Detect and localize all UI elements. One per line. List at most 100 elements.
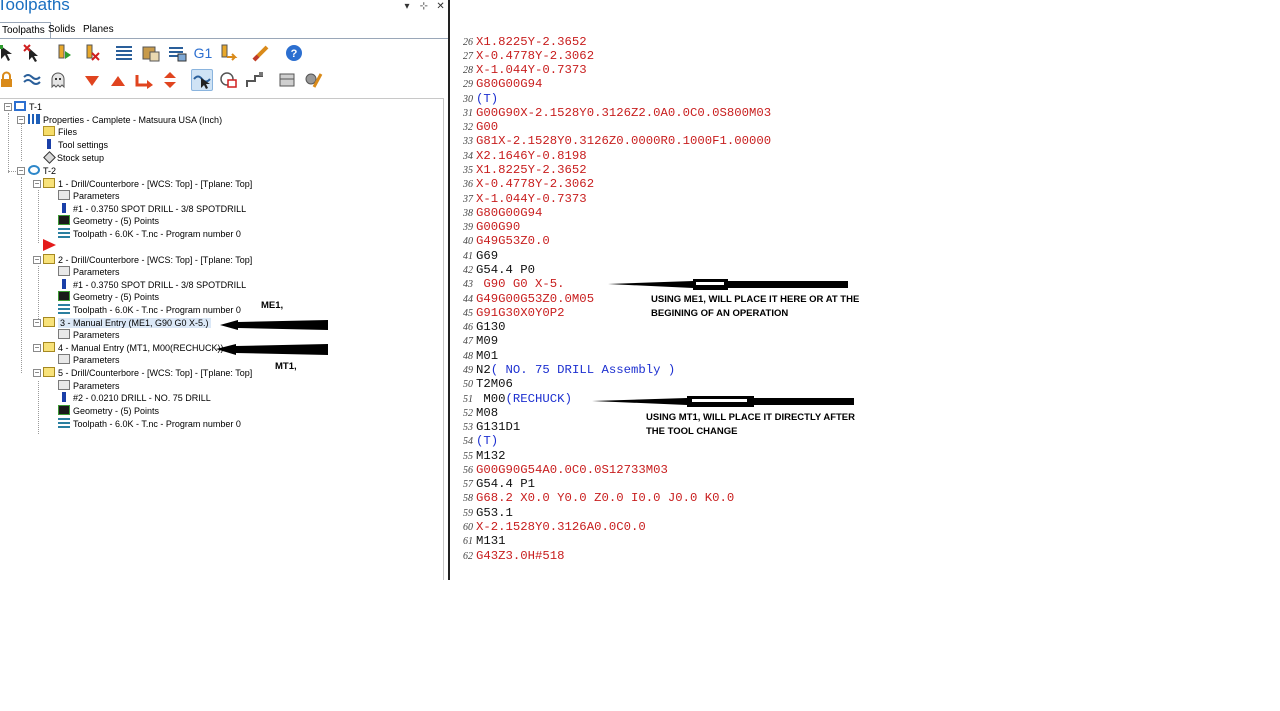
- verify-icon[interactable]: [166, 42, 188, 64]
- regenerate-selected-icon[interactable]: [52, 42, 74, 64]
- tab-solids[interactable]: Solids: [43, 22, 80, 39]
- tool-settings-label: Tool settings: [58, 140, 109, 150]
- close-icon[interactable]: ✕: [434, 1, 448, 12]
- hide-tools-icon[interactable]: [218, 69, 240, 91]
- code-token: M00: [476, 391, 506, 406]
- stock-model-icon[interactable]: [277, 69, 299, 91]
- line-number: 48: [463, 350, 473, 362]
- me1-note-line-2: BEGINING OF AN OPERATION: [651, 308, 789, 319]
- line-number: 56: [463, 464, 473, 476]
- code-text: G131D1: [476, 420, 521, 435]
- lock-icon[interactable]: [0, 69, 18, 91]
- code-text: M08: [476, 405, 499, 420]
- stock-setup-icon: [43, 151, 56, 164]
- line-number: 30: [463, 93, 473, 105]
- operation-5-label: 5 - Drill/Counterbore - [WCS: Top] - [Tp…: [58, 368, 253, 378]
- op3-parameters-label: Parameters: [73, 330, 120, 340]
- op1-toolpath-node[interactable]: Toolpath - 6.0K - T.nc - Program number …: [58, 228, 241, 241]
- insert-after-icon[interactable]: [244, 69, 266, 91]
- select-all-operations-icon[interactable]: [0, 42, 18, 64]
- geometry-icon: [58, 405, 70, 415]
- code-text: G91G30X0Y0P2: [476, 305, 565, 320]
- select-invalid-operations-icon[interactable]: [21, 42, 43, 64]
- op5-parameters-label: Parameters: [73, 381, 120, 391]
- code-text: G69: [476, 248, 499, 263]
- op4-parameters-node[interactable]: Parameters: [58, 354, 120, 367]
- insert-position-arrow-icon[interactable]: [43, 239, 57, 255]
- operation-5-node[interactable]: 5 - Drill/Counterbore - [WCS: Top] - [Tp…: [43, 367, 252, 380]
- nc-code-editor[interactable]: 26 X1.8225Y-2.3652 27 X-0.4778Y-2.3062 28 X-1…: [453, 0, 1280, 580]
- collapse-toolpath-group-toggle[interactable]: −: [17, 167, 25, 175]
- simulate-icon[interactable]: [140, 42, 162, 64]
- files-node[interactable]: Files: [43, 126, 77, 139]
- move-down-icon[interactable]: [81, 69, 103, 91]
- regenerate-dirty-icon[interactable]: [80, 42, 102, 64]
- code-text: G53.1: [476, 505, 513, 520]
- ghost-icon[interactable]: [47, 69, 69, 91]
- code-text: X-1.044Y-0.7373: [476, 191, 587, 206]
- op3-parameters-node[interactable]: Parameters: [58, 329, 120, 342]
- line-number: 31: [463, 107, 473, 119]
- code-text: X2.1646Y-0.8198: [476, 148, 587, 163]
- line-number: 62: [463, 550, 473, 562]
- backplot-icon[interactable]: [113, 42, 135, 64]
- operations-tree: − T-1 − Properties - Camplete - Matsuura…: [0, 98, 444, 580]
- scroll-icon[interactable]: [159, 69, 181, 91]
- toolbar-row-2: [0, 67, 448, 93]
- collapse-op4-toggle[interactable]: −: [33, 344, 41, 352]
- collapse-machine-group-toggle[interactable]: −: [4, 103, 12, 111]
- code-text: G00: [476, 120, 499, 135]
- line-number: 36: [463, 179, 473, 191]
- line-number: 46: [463, 322, 473, 334]
- line-number: 34: [463, 150, 473, 162]
- code-text: G43Z3.0H#518: [476, 548, 565, 563]
- toolpath-group-node[interactable]: T-2: [28, 165, 56, 178]
- code-text: G68.2 X0.0 Y0.0 Z0.0 I0.0 J0.0 K0.0: [476, 491, 735, 506]
- files-folder-icon: [43, 126, 55, 136]
- code-text: G130: [476, 320, 506, 335]
- op2-parameters-node[interactable]: Parameters: [58, 266, 120, 279]
- op5-toolpath-node[interactable]: Toolpath - 6.0K - T.nc - Program number …: [58, 418, 241, 431]
- panel-tabs: Toolpaths Solids Planes: [0, 22, 448, 39]
- panel-menu-icon[interactable]: ▾: [400, 1, 414, 12]
- machine-group-node[interactable]: T-1: [14, 101, 42, 114]
- toggle-display-icon[interactable]: [21, 69, 43, 91]
- operation-4-label: 4 - Manual Entry (MT1, M00(RECHUCK)): [58, 343, 224, 353]
- op5-tool-node[interactable]: #2 - 0.0210 DRILL - NO. 75 DRILL: [58, 392, 211, 405]
- line-number: 49: [463, 364, 473, 376]
- pin-icon[interactable]: ⊹: [417, 1, 431, 12]
- collapse-op2-toggle[interactable]: −: [33, 256, 41, 264]
- collapse-properties-toggle[interactable]: −: [17, 116, 25, 124]
- post-selected-icon[interactable]: [218, 42, 240, 64]
- line-number: 55: [463, 450, 473, 462]
- mt1-callout-label: MT1,: [275, 361, 297, 372]
- help-icon[interactable]: ?: [283, 42, 305, 64]
- op2-geometry-node[interactable]: Geometry - (5) Points: [58, 291, 159, 304]
- tab-planes[interactable]: Planes: [78, 22, 119, 39]
- code-text: N2( NO. 75 DRILL Assembly ): [476, 363, 675, 377]
- move-up-icon[interactable]: [107, 69, 129, 91]
- stock-setup-node[interactable]: Stock setup: [43, 151, 104, 165]
- tab-divider: [0, 38, 448, 39]
- tool-settings-node[interactable]: Tool settings: [43, 139, 108, 152]
- options-icon[interactable]: [303, 69, 325, 91]
- highfeed-icon[interactable]: [250, 42, 272, 64]
- me1-note-line-1: USING ME1, WILL PLACE IT HERE OR AT THE: [651, 294, 860, 305]
- code-text: (T): [476, 434, 499, 449]
- collapse-op1-toggle[interactable]: −: [33, 180, 41, 188]
- insert-arrow-icon[interactable]: [133, 69, 155, 91]
- drill-tool-icon: [58, 392, 70, 402]
- files-label: Files: [58, 127, 78, 137]
- op1-parameters-node[interactable]: Parameters: [58, 190, 120, 203]
- g1-post-icon[interactable]: G1: [192, 42, 214, 64]
- op2-toolpath-node[interactable]: Toolpath - 6.0K - T.nc - Program number …: [58, 304, 241, 317]
- op5-geometry-node[interactable]: Geometry - (5) Points: [58, 405, 159, 418]
- drill-tool-icon: [58, 279, 70, 289]
- select-toolpath-icon[interactable]: [191, 69, 213, 91]
- line-number: 26: [463, 36, 473, 48]
- code-text: X1.8225Y-2.3652: [476, 163, 587, 178]
- collapse-op5-toggle[interactable]: −: [33, 369, 41, 377]
- drill-tool-icon: [58, 203, 70, 213]
- op1-geometry-node[interactable]: Geometry - (5) Points: [58, 215, 159, 228]
- collapse-op3-toggle[interactable]: −: [33, 319, 41, 327]
